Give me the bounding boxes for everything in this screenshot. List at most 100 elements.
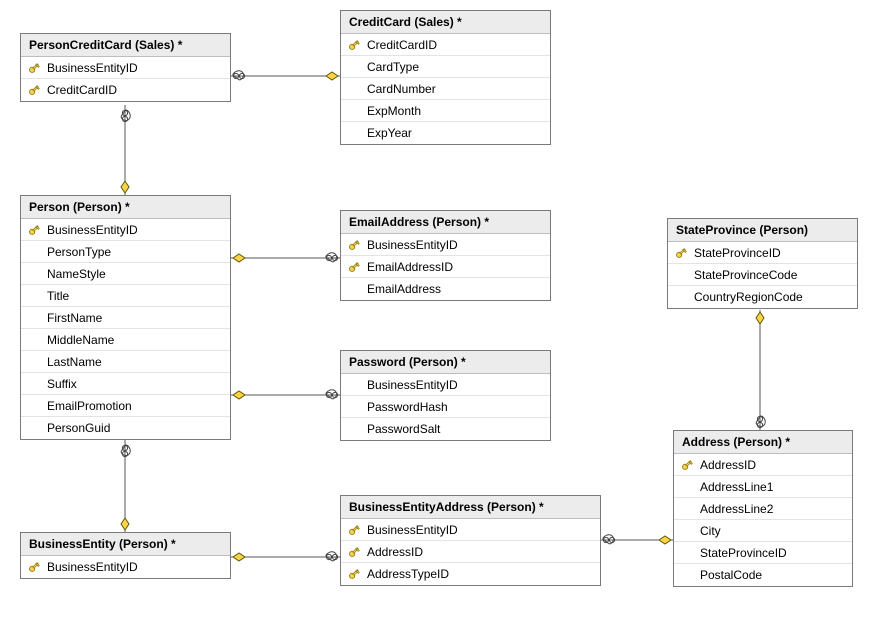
table-column[interactable]: PersonGuid: [21, 417, 230, 439]
column-name: CardType: [367, 60, 544, 74]
column-name: EmailAddress: [367, 282, 544, 296]
table-column[interactable]: CountryRegionCode: [668, 286, 857, 308]
table-column[interactable]: FirstName: [21, 307, 230, 329]
column-name: Suffix: [47, 377, 224, 391]
table-columns: BusinessEntityIDPersonType NameStyle Title…: [21, 219, 230, 439]
table-person-creditcard[interactable]: PersonCreditCard (Sales) * BusinessEntit…: [20, 33, 231, 102]
table-column[interactable]: PersonType: [21, 241, 230, 263]
column-name: CardNumber: [367, 82, 544, 96]
table-columns: BusinessEntityID CreditCardID: [21, 57, 230, 101]
column-name: PostalCode: [700, 568, 846, 582]
table-column[interactable]: BusinessEntityID: [21, 219, 230, 241]
column-name: BusinessEntityID: [47, 61, 224, 75]
table-column[interactable]: Suffix: [21, 373, 230, 395]
table-column[interactable]: ExpMonth: [341, 100, 550, 122]
pk-indicator: [672, 246, 690, 260]
table-column[interactable]: MiddleName: [21, 329, 230, 351]
table-column[interactable]: EmailAddressID: [341, 256, 550, 278]
table-column[interactable]: CardType: [341, 56, 550, 78]
primary-key-icon: [347, 567, 361, 581]
table-column[interactable]: NameStyle: [21, 263, 230, 285]
table-column[interactable]: PasswordSalt: [341, 418, 550, 440]
table-column[interactable]: CreditCardID: [21, 79, 230, 101]
primary-key-icon: [347, 238, 361, 252]
table-stateprovince[interactable]: StateProvince (Person) StateProvinceIDSt…: [667, 218, 858, 309]
column-name: ExpMonth: [367, 104, 544, 118]
table-column[interactable]: ExpYear: [341, 122, 550, 144]
table-columns: BusinessEntityID AddressID AddressTypeID: [341, 519, 600, 585]
table-person[interactable]: Person (Person) * BusinessEntityIDPerson…: [20, 195, 231, 440]
table-columns: BusinessEntityID: [21, 556, 230, 578]
column-name: AddressLine2: [700, 502, 846, 516]
table-column[interactable]: AddressID: [674, 454, 852, 476]
table-column[interactable]: BusinessEntityID: [21, 556, 230, 578]
pk-indicator: [345, 260, 363, 274]
column-name: CountryRegionCode: [694, 290, 851, 304]
column-name: AddressID: [700, 458, 846, 472]
table-column[interactable]: PostalCode: [674, 564, 852, 586]
table-address[interactable]: Address (Person) * AddressIDAddressLine1…: [673, 430, 853, 587]
table-columns: BusinessEntityID PasswordHash PasswordSalt: [341, 374, 550, 440]
column-name: BusinessEntityID: [47, 560, 224, 574]
table-column[interactable]: CreditCardID: [341, 34, 550, 56]
pk-indicator: [345, 545, 363, 559]
primary-key-icon: [27, 560, 41, 574]
column-name: AddressTypeID: [367, 567, 594, 581]
table-title: BusinessEntityAddress (Person) *: [341, 496, 600, 519]
table-column[interactable]: AddressLine2: [674, 498, 852, 520]
table-column[interactable]: AddressID: [341, 541, 600, 563]
table-column[interactable]: BusinessEntityID: [21, 57, 230, 79]
column-name: City: [700, 524, 846, 538]
column-name: MiddleName: [47, 333, 224, 347]
table-password[interactable]: Password (Person) * BusinessEntityIDPass…: [340, 350, 551, 441]
table-column[interactable]: BusinessEntityID: [341, 234, 550, 256]
pk-indicator: [25, 83, 43, 97]
pk-indicator: [345, 238, 363, 252]
table-column[interactable]: Title: [21, 285, 230, 307]
pk-indicator: [345, 38, 363, 52]
table-title: Person (Person) *: [21, 196, 230, 219]
table-column[interactable]: CardNumber: [341, 78, 550, 100]
primary-key-icon: [27, 61, 41, 75]
primary-key-icon: [680, 458, 694, 472]
column-name: NameStyle: [47, 267, 224, 281]
table-column[interactable]: AddressLine1: [674, 476, 852, 498]
diagram-canvas[interactable]: PersonCreditCard (Sales) * BusinessEntit…: [0, 0, 873, 620]
table-columns: StateProvinceID StateProvinceCode CountryR…: [668, 242, 857, 308]
column-name: PasswordHash: [367, 400, 544, 414]
table-column[interactable]: StateProvinceID: [668, 242, 857, 264]
column-name: PersonGuid: [47, 421, 224, 435]
table-column[interactable]: PasswordHash: [341, 396, 550, 418]
column-name: CreditCardID: [47, 83, 224, 97]
table-business-entity-address[interactable]: BusinessEntityAddress (Person) * Busines…: [340, 495, 601, 586]
table-column[interactable]: AddressTypeID: [341, 563, 600, 585]
table-column[interactable]: StateProvinceCode: [668, 264, 857, 286]
primary-key-icon: [347, 260, 361, 274]
primary-key-icon: [347, 523, 361, 537]
table-column[interactable]: EmailPromotion: [21, 395, 230, 417]
table-creditcard[interactable]: CreditCard (Sales) * CreditCardIDCardTyp…: [340, 10, 551, 145]
table-column[interactable]: LastName: [21, 351, 230, 373]
column-name: Title: [47, 289, 224, 303]
table-columns: AddressID AddressLine1 AddressLine2 City Sta…: [674, 454, 852, 586]
pk-indicator: [345, 523, 363, 537]
column-name: AddressLine1: [700, 480, 846, 494]
table-column[interactable]: StateProvinceID: [674, 542, 852, 564]
column-name: StateProvinceID: [694, 246, 851, 260]
table-columns: BusinessEntityIDEmailAddressID EmailAddre…: [341, 234, 550, 300]
table-column[interactable]: BusinessEntityID: [341, 519, 600, 541]
table-column[interactable]: BusinessEntityID: [341, 374, 550, 396]
primary-key-icon: [674, 246, 688, 260]
column-name: BusinessEntityID: [367, 523, 594, 537]
table-title: EmailAddress (Person) *: [341, 211, 550, 234]
table-column[interactable]: City: [674, 520, 852, 542]
table-title: StateProvince (Person): [668, 219, 857, 242]
table-business-entity[interactable]: BusinessEntity (Person) * BusinessEntity…: [20, 532, 231, 579]
column-name: CreditCardID: [367, 38, 544, 52]
column-name: FirstName: [47, 311, 224, 325]
column-name: EmailPromotion: [47, 399, 224, 413]
table-emailaddress[interactable]: EmailAddress (Person) * BusinessEntityID…: [340, 210, 551, 301]
column-name: StateProvinceCode: [694, 268, 851, 282]
pk-indicator: [678, 458, 696, 472]
table-column[interactable]: EmailAddress: [341, 278, 550, 300]
